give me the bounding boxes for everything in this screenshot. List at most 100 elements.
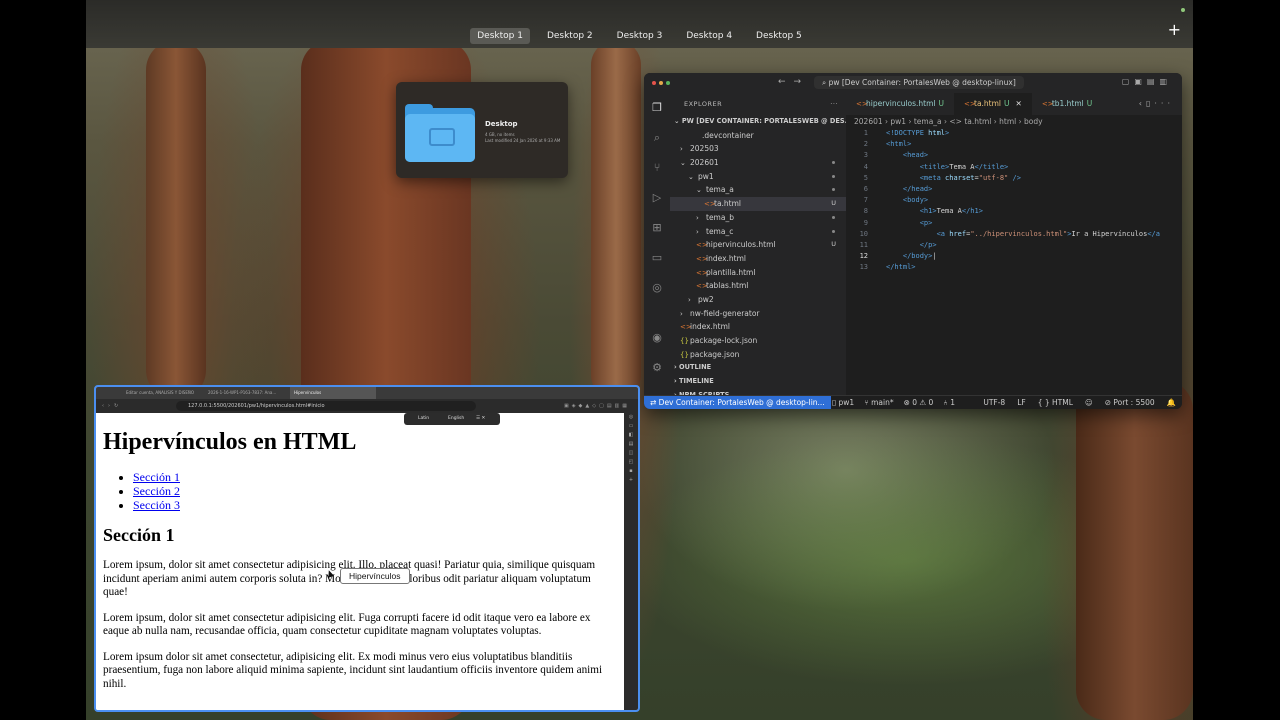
sidebar-icon[interactable]: ◧ [624, 431, 638, 440]
tree-item[interactable]: › pw2 [670, 293, 846, 307]
editor-area: <>hipervinculos.html U <>ta.html U ✕ <>tb1.… [846, 93, 1182, 396]
list-item: Sección 2 [133, 484, 617, 498]
copilot-icon[interactable]: ☺ [1085, 396, 1093, 409]
tab-ta[interactable]: <>ta.html U ✕ [954, 93, 1032, 115]
branch-label: main* [871, 398, 894, 407]
translate-source[interactable]: Latin [418, 413, 429, 425]
tree-item[interactable]: <>ta.html U [670, 197, 846, 211]
link-seccion-3[interactable]: Sección 3 [133, 498, 180, 512]
sidebar-icon[interactable]: ◰ [624, 458, 638, 467]
code-editor[interactable]: 1 <!DOCTYPE html> 2 <html> 3 <head> 4 <tit… [846, 128, 1182, 273]
address-bar[interactable]: 127.0.0.1:5500/202601/pw1/hipervinculos.… [176, 401, 476, 411]
run-debug-icon[interactable]: ▷ [644, 183, 670, 213]
nav-arrows-icon[interactable]: ←→ [778, 77, 809, 87]
browser-window: Editar cuenta, ANALISIS Y DISEÑO 2026-1-… [94, 385, 640, 712]
paragraph: Lorem ipsum dolor sit amet consectetur, … [103, 650, 603, 690]
chevron-icon: › [696, 213, 699, 222]
live-server-indicator[interactable]: ⊘ Port : 5500 [1105, 396, 1155, 409]
problems-indicator[interactable]: ⊗ 0 ⚠ 0 [904, 396, 934, 409]
outline-section[interactable]: › OUTLINE [670, 361, 846, 375]
finder-modified: Last modified 24 Jan 2026 at 9:33 AM [485, 138, 561, 143]
edge-icon[interactable]: ◎ [644, 273, 670, 303]
explorer-more-icon[interactable]: ··· [830, 93, 838, 115]
tree-item[interactable]: .devcontainer [670, 129, 846, 143]
project-indicator[interactable]: ▯ pw1 [832, 396, 854, 409]
tree-item-label: 202503 [690, 144, 719, 154]
finder-preview[interactable]: Desktop 4 GB, no items Last modified 24 … [396, 82, 568, 178]
tree-item[interactable]: {}package.json [670, 348, 846, 362]
search-icon[interactable]: ⌕ [644, 123, 670, 153]
tree-item[interactable]: › 202503 [670, 142, 846, 156]
tree-item[interactable]: <>index.html [670, 252, 846, 266]
tree-item[interactable]: ⌄ 202601 [670, 156, 846, 170]
editor-actions-icon[interactable]: ‹▯··· [1139, 93, 1174, 115]
add-desktop-button[interactable]: + [1168, 20, 1181, 39]
translate-popup[interactable]: Latin English ☰ ✕ [404, 413, 500, 425]
browser-tab[interactable]: 2026-1-16-WP1-P163-7837: Ana... [208, 387, 286, 399]
tree-item-label: index.html [690, 322, 730, 332]
desktop-tab-5[interactable]: Desktop 5 [749, 28, 809, 44]
extensions-icon[interactable]: ⊞ [644, 213, 670, 243]
list-item: Sección 3 [133, 498, 617, 512]
tree-item[interactable]: ⌄ tema_a [670, 183, 846, 197]
layout-icons[interactable]: ▢▣▤▥ [1122, 77, 1172, 86]
source-control-icon[interactable]: ⑂ [644, 153, 670, 183]
window-controls[interactable] [652, 81, 670, 85]
extension-icons[interactable]: ▣◈◆▲◇▢▤▥▦ [564, 399, 630, 413]
translate-target[interactable]: English [448, 413, 464, 425]
nav-back-forward-icon[interactable]: ‹›↻ [102, 399, 122, 413]
branch-indicator[interactable]: ⑂ main* [864, 396, 893, 409]
tree-item[interactable]: <>plantilla.html [670, 266, 846, 280]
json-file-icon: {} [680, 350, 689, 359]
tree-item[interactable]: ⌄ pw1 [670, 170, 846, 184]
desktop-tab-3[interactable]: Desktop 3 [610, 28, 670, 44]
tree-item-label: pw1 [698, 171, 714, 181]
tree-item[interactable]: › tema_c [670, 225, 846, 239]
remote-indicator[interactable]: ⇄ Dev Container: PortalesWeb @ desktop-l… [644, 396, 831, 409]
sidebar-icon[interactable]: ▪ [624, 467, 638, 476]
browser-tab-active[interactable]: Hipervínculos [290, 387, 376, 399]
sidebar-icon[interactable]: ▤ [624, 440, 638, 449]
tree-item[interactable]: <>index.html [670, 320, 846, 334]
remote-explorer-icon[interactable]: ▭ [644, 243, 670, 273]
modified-dot-icon [832, 174, 835, 178]
tab-label: tb1.html [1051, 99, 1084, 108]
desktop-tab-4[interactable]: Desktop 4 [679, 28, 739, 44]
settings-gear-icon[interactable]: ⚙ [644, 353, 670, 383]
tree-item[interactable]: <>tablas.html [670, 279, 846, 293]
tab-hipervinculos[interactable]: <>hipervinculos.html U [846, 93, 954, 115]
browser-tab[interactable]: Editar cuenta, ANALISIS Y DISEÑO [126, 387, 204, 399]
sidebar-icon[interactable]: ◎ [624, 413, 638, 422]
html-file-icon: <> [696, 241, 708, 250]
desktop-tab-1[interactable]: Desktop 1 [470, 28, 530, 44]
account-icon[interactable]: ◉ [644, 323, 670, 353]
language-indicator[interactable]: { } HTML [1038, 396, 1073, 409]
link-seccion-1[interactable]: Sección 1 [133, 470, 180, 484]
tree-item[interactable]: {}package-lock.json [670, 334, 846, 348]
encoding-indicator[interactable]: UTF-8 [983, 396, 1005, 409]
timeline-section[interactable]: › TIMELINE [670, 375, 846, 389]
sidebar-icon[interactable]: + [624, 476, 638, 485]
tab-tb1[interactable]: <>tb1.html U [1032, 93, 1102, 115]
section-heading: Sección 1 [103, 525, 175, 545]
tree-item[interactable]: › tema_b [670, 211, 846, 225]
ports-indicator[interactable]: ⑃ 1 [943, 396, 955, 409]
browser-toolbar: ‹›↻ 127.0.0.1:5500/202601/pw1/hipervincu… [96, 399, 638, 413]
menu-icon[interactable]: ☰ ✕ [476, 413, 485, 425]
close-tab-icon[interactable]: ✕ [1016, 99, 1022, 108]
link-seccion-2[interactable]: Sección 2 [133, 484, 180, 498]
command-center[interactable]: ⌕ pw [Dev Container: PortalesWeb @ deskt… [814, 76, 1024, 89]
sidebar-icon[interactable]: ◫ [624, 449, 638, 458]
desktop-tab-2[interactable]: Desktop 2 [540, 28, 600, 44]
explorer-panel: EXPLORER ··· ⌄ PW [DEV CONTAINER: PORTALE… [670, 93, 852, 399]
tree-item[interactable]: › nw-field-generator [670, 307, 846, 321]
explorer-icon[interactable]: ❐ [644, 93, 670, 123]
html-file-icon: <> [680, 323, 692, 332]
breadcrumb[interactable]: 202601 › pw1 › tema_a › <> ta.html › htm… [846, 115, 1182, 128]
eol-indicator[interactable]: LF [1017, 396, 1026, 409]
notifications-bell-icon[interactable]: 🔔 [1167, 396, 1176, 409]
sidebar-icon[interactable]: ▭ [624, 422, 638, 431]
tooltip: Hipervínculos [340, 568, 410, 584]
workspace-root[interactable]: ⌄ PW [DEV CONTAINER: PORTALESWEB @ DES..… [670, 115, 852, 129]
tree-item[interactable]: <>hipervinculos.html U [670, 238, 846, 252]
